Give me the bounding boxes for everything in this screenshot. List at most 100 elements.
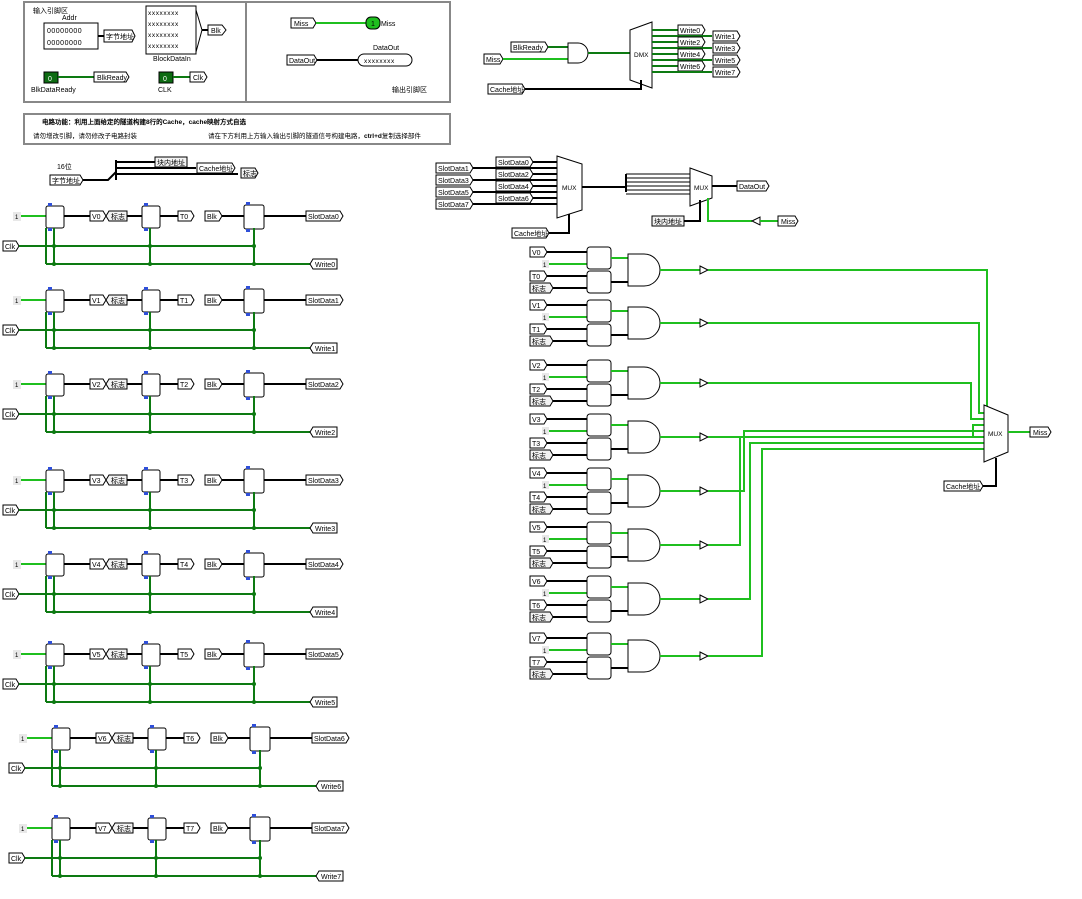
row-blk-label: Blk <box>207 382 217 389</box>
tag-register <box>147 727 167 751</box>
register-pin-bottom <box>144 228 148 231</box>
dmx-write-5-label: Write5 <box>715 58 735 65</box>
hit-tag-src-label: 标志 <box>532 451 546 460</box>
register-pin-bottom <box>252 841 256 844</box>
row-blk-label: Blk <box>213 736 223 743</box>
tag-register <box>147 817 167 841</box>
register-pin-top <box>48 371 52 374</box>
register-pin-bottom <box>150 750 154 753</box>
register-pin-bottom <box>246 577 250 580</box>
read-slot-right-1-label: SlotData2 <box>498 172 529 179</box>
hit-and-gate <box>627 253 661 287</box>
clk-pin-value: 0 <box>163 76 167 83</box>
register-pin-bottom <box>144 312 148 315</box>
row-clk-label: Clk <box>11 856 22 863</box>
address-splitter: 16位 字节地址 块内地址 Cache地址 标志 <box>49 156 259 186</box>
hit-tag-cmp-label: T6 <box>532 603 540 610</box>
register-pin-top <box>252 724 256 727</box>
register-pin-top <box>144 641 148 644</box>
dmx-write-0-label: Write0 <box>680 28 700 35</box>
valid-comparator <box>586 299 612 323</box>
row-tag-out-label: T7 <box>186 826 194 833</box>
dmx-write-2-label: Write2 <box>680 40 700 47</box>
note-left-text: 请勿增改引脚，请勿修改子电路封装 <box>33 131 138 140</box>
row-valid-label: V6 <box>98 736 107 743</box>
register-pin-top <box>246 550 250 553</box>
valid-register <box>45 373 65 397</box>
row-blk-label: Blk <box>213 826 223 833</box>
data-register <box>243 468 265 494</box>
register-pin-bottom <box>48 492 52 495</box>
hit-tag-cmp-label: T4 <box>532 495 540 502</box>
register-pin-top <box>48 467 52 470</box>
register-pin-top <box>48 203 52 206</box>
row-tag-label: 标志 <box>111 476 125 485</box>
row-blk-label: Blk <box>207 478 217 485</box>
blockdata-bits-row3: xxxxxxxx <box>148 32 179 39</box>
hit-mux-label: MUX <box>988 431 1003 438</box>
tag-register <box>141 373 161 397</box>
register-pin-bottom <box>144 492 148 495</box>
row-tag-label: 标志 <box>111 296 125 305</box>
row-tag-out-label: T6 <box>186 736 194 743</box>
row-write-label: Write5 <box>315 700 335 707</box>
dmx-write-1-label: Write1 <box>715 34 735 41</box>
hit-logic: V01T0标志V11T1标志V21T2标志V31T3标志V41T4标志V51T5… <box>529 246 988 680</box>
row-slotdata-label: SlotData6 <box>314 736 345 743</box>
row-write-label: Write0 <box>315 262 335 269</box>
miss-output-value: 1 <box>371 21 375 28</box>
hit-not-gate <box>699 486 710 496</box>
hit-tag-src-label: 标志 <box>532 505 546 514</box>
input-pin-area: 输入引脚区 Addr 00000000 00000000 字节地址 xxxxxx… <box>23 1 247 103</box>
register-pin-bottom <box>48 312 52 315</box>
read-miss-label: Miss <box>781 219 796 226</box>
row-blk-label: Blk <box>207 562 217 569</box>
data-register <box>243 642 265 668</box>
tag-register <box>141 289 161 313</box>
row-slotdata-label: SlotData3 <box>308 478 339 485</box>
splitter-tag-label: 标志 <box>243 169 257 178</box>
read-logic: SlotData1 SlotData3 SlotData5 SlotData7 Slot… <box>435 155 799 239</box>
tag-register <box>141 205 161 229</box>
register-pin-top <box>48 287 52 290</box>
hit-tag-src-label: 标志 <box>532 559 546 568</box>
row-tag-out-label: T1 <box>180 298 188 305</box>
dmx-outputs: Write0 Write1 Write2 Write3 Write4 Write5 Writ… <box>652 24 741 78</box>
register-pin-bottom <box>252 751 256 754</box>
row-valid-label: V2 <box>92 382 101 389</box>
row-tag-out-label: T0 <box>180 214 188 221</box>
hit-tag-cmp-label: T2 <box>532 387 540 394</box>
dmx-write-3-label: Write3 <box>715 46 735 53</box>
cache-row-2: 1 V2 标志 T2 Blk SlotData2ClkWrite2 <box>2 370 344 438</box>
dmx-write-7-label: Write7 <box>715 70 735 77</box>
row-valid-label: V7 <box>98 826 107 833</box>
cache-row-5: 1 V5 标志 T5 Blk SlotData5ClkWrite5 <box>2 640 344 708</box>
read-slot-left-3-label: SlotData7 <box>438 202 469 209</box>
row-write-label: Write4 <box>315 610 335 617</box>
read-slot-left-0-label: SlotData1 <box>438 166 469 173</box>
data-register <box>243 552 265 578</box>
row-write-label: Write6 <box>321 784 341 791</box>
row-slotdata-label: SlotData2 <box>308 382 339 389</box>
valid-register <box>45 643 65 667</box>
read-slot-right-3-label: SlotData6 <box>498 196 529 203</box>
description-box: 电路功能：利用上面给定的隧道构建8行的Cache，cache映射方式自选 请勿增… <box>23 113 451 145</box>
cache-row-0: 1 V0 标志 T0 Blk SlotData0ClkWrite0 <box>2 202 344 270</box>
cache-row-3: 1 V3 标志 T3 Blk SlotData3ClkWrite3 <box>2 466 344 534</box>
register-pin-top <box>54 815 58 818</box>
circuit-canvas: 输入引脚区 Addr 00000000 00000000 字节地址 xxxxxx… <box>2 1 1052 882</box>
dmx-write-4-label: Write4 <box>680 52 700 59</box>
blockdata-bits-row1: xxxxxxxx <box>148 10 179 17</box>
read-slot-left-1-label: SlotData3 <box>438 178 469 185</box>
cache-row-1: 1 V1 标志 T1 Blk SlotData1ClkWrite1 <box>2 286 344 354</box>
blockdata-bits-row4: xxxxxxxx <box>148 43 179 50</box>
register-pin-top <box>246 202 250 205</box>
row-blk-label: Blk <box>207 214 217 221</box>
hit-row-2: V21T2标志 <box>529 359 984 420</box>
register-pin-bottom <box>246 667 250 670</box>
row-tag-label: 标志 <box>111 380 125 389</box>
row-clk-label: Clk <box>5 508 16 515</box>
row-slotdata-label: SlotData1 <box>308 298 339 305</box>
hit-and-gate <box>627 528 661 562</box>
valid-register <box>51 817 71 841</box>
